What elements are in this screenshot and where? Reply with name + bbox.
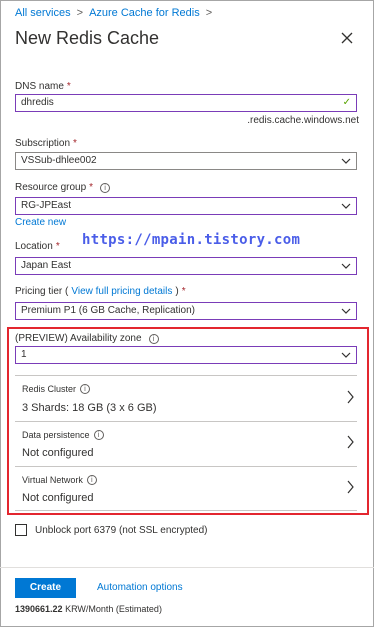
pricing-tier-value: Premium P1 (6 GB Cache, Replication): [21, 305, 195, 316]
info-icon[interactable]: i: [80, 384, 91, 394]
automation-options-link[interactable]: Automation options: [97, 582, 183, 593]
chevron-down-icon: [341, 263, 351, 269]
data-persistence-row[interactable]: Data persistence i Not configured: [15, 421, 357, 466]
price-estimate: 1390661.22 KRW/Month (Estimated): [15, 604, 162, 614]
redis-cluster-row[interactable]: Redis Cluster i 3 Shards: 18 GB (3 x 6 GB…: [15, 375, 357, 421]
footer-divider: [0, 567, 374, 568]
dns-name-label: DNS name *: [15, 81, 71, 92]
subscription-select[interactable]: VSSub-dhlee002: [15, 152, 357, 170]
resource-group-label: Resource group * i: [15, 182, 111, 193]
chevron-right-icon: [347, 390, 354, 404]
subscription-label: Subscription *: [15, 138, 77, 149]
pricing-tier-select[interactable]: Premium P1 (6 GB Cache, Replication): [15, 302, 357, 320]
chevron-right-icon: [347, 435, 354, 449]
breadcrumb-separator-icon: >: [205, 7, 213, 19]
chevron-down-icon: [341, 158, 351, 164]
create-new-link[interactable]: Create new: [15, 217, 66, 228]
required-marker: *: [181, 286, 186, 297]
availability-zone-label: (PREVIEW) Availability zone i: [15, 333, 159, 344]
data-persistence-value: Not configured: [22, 447, 94, 459]
chevron-down-icon: [341, 352, 351, 358]
info-icon[interactable]: i: [93, 430, 104, 440]
subscription-value: VSSub-dhlee002: [21, 155, 97, 166]
virtual-network-label: Virtual Network i: [22, 475, 97, 485]
breadcrumb-all-services[interactable]: All services: [15, 7, 71, 19]
resource-group-value: RG-JPEast: [21, 200, 72, 211]
view-pricing-link[interactable]: View full pricing details: [71, 286, 172, 297]
dns-name-input[interactable]: dhredis ✓: [15, 94, 357, 112]
unblock-port-label: Unblock port 6379 (not SSL encrypted): [35, 524, 208, 536]
info-icon[interactable]: i: [100, 182, 111, 193]
availability-zone-select[interactable]: 1: [15, 346, 357, 364]
pricing-tier-label: Pricing tier (View full pricing details)…: [15, 286, 186, 297]
info-icon[interactable]: i: [148, 333, 159, 344]
breadcrumb-separator-icon: >: [76, 7, 84, 19]
location-select[interactable]: Japan East: [15, 257, 357, 275]
breadcrumb: All services > Azure Cache for Redis >: [15, 7, 212, 19]
page-title: New Redis Cache: [15, 28, 160, 48]
required-marker: *: [89, 182, 94, 193]
breadcrumb-azure-cache[interactable]: Azure Cache for Redis: [89, 7, 200, 19]
checkmark-icon: ✓: [342, 97, 351, 108]
required-marker: *: [73, 138, 77, 149]
chevron-right-icon: [347, 480, 354, 494]
virtual-network-value: Not configured: [22, 492, 94, 504]
location-label: Location *: [15, 241, 60, 252]
price-suffix: KRW/Month (Estimated): [65, 604, 162, 614]
resource-group-select[interactable]: RG-JPEast: [15, 197, 357, 215]
required-marker: *: [66, 81, 71, 92]
data-persistence-label: Data persistence i: [22, 430, 104, 440]
redis-cluster-value: 3 Shards: 18 GB (3 x 6 GB): [22, 402, 157, 414]
watermark-url: https://mpain.tistory.com: [82, 232, 301, 248]
required-marker: *: [55, 241, 60, 252]
chevron-down-icon: [341, 203, 351, 209]
chevron-down-icon: [341, 308, 351, 314]
close-icon[interactable]: [340, 31, 354, 45]
redis-cluster-label: Redis Cluster i: [22, 384, 91, 394]
unblock-port-option[interactable]: Unblock port 6379 (not SSL encrypted): [15, 524, 208, 536]
dns-suffix: .redis.cache.windows.net: [247, 115, 359, 126]
virtual-network-row[interactable]: Virtual Network i Not configured: [15, 466, 357, 511]
create-button[interactable]: Create: [15, 578, 76, 598]
location-value: Japan East: [21, 260, 72, 271]
dns-name-value: dhredis: [21, 97, 54, 108]
price-amount: 1390661.22: [15, 604, 63, 614]
info-icon[interactable]: i: [86, 475, 97, 485]
unblock-port-checkbox[interactable]: [15, 524, 27, 536]
availability-zone-value: 1: [21, 349, 27, 360]
